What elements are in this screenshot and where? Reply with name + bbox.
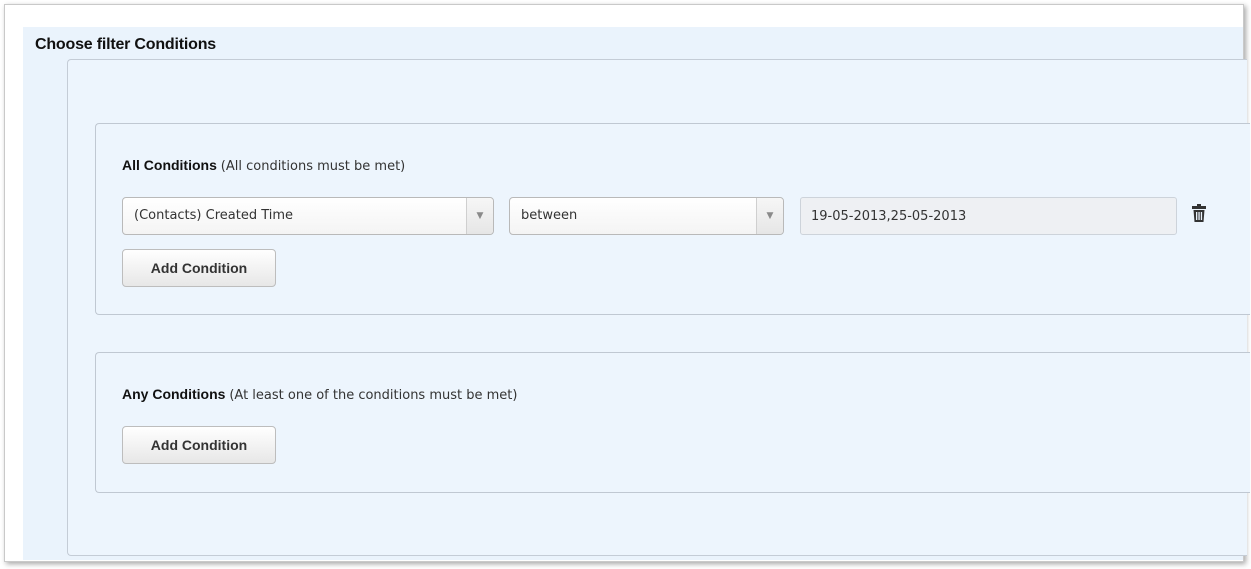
chevron-down-icon: ▼	[756, 198, 783, 234]
add-all-condition-button[interactable]: Add Condition	[122, 249, 276, 287]
condition-operator-select[interactable]: between ▼	[509, 197, 784, 235]
all-conditions-hint: (All conditions must be met)	[220, 159, 406, 174]
all-conditions-heading: All Conditions (All conditions must be m…	[122, 157, 405, 174]
all-conditions-label: All Conditions	[122, 157, 217, 173]
chevron-down-icon: ▼	[466, 198, 493, 234]
condition-operator-value: between	[521, 208, 578, 223]
any-conditions-heading: Any Conditions (At least one of the cond…	[122, 386, 517, 403]
condition-field-value: (Contacts) Created Time	[134, 208, 294, 223]
trash-icon[interactable]	[1192, 204, 1206, 222]
any-conditions-group: Any Conditions (At least one of the cond…	[95, 352, 1250, 493]
conditions-container: All Conditions (All conditions must be m…	[67, 59, 1250, 556]
all-conditions-group: All Conditions (All conditions must be m…	[95, 123, 1250, 315]
condition-value-input[interactable]	[800, 197, 1177, 235]
add-any-condition-button[interactable]: Add Condition	[122, 426, 276, 464]
window-frame: Choose filter Conditions All Conditions …	[4, 4, 1250, 562]
filter-conditions-panel: Choose filter Conditions All Conditions …	[23, 27, 1250, 560]
condition-field-select[interactable]: (Contacts) Created Time ▼	[122, 197, 494, 235]
panel-title: Choose filter Conditions	[35, 36, 216, 53]
any-conditions-label: Any Conditions	[122, 386, 226, 402]
any-conditions-hint: (At least one of the conditions must be …	[229, 388, 518, 403]
